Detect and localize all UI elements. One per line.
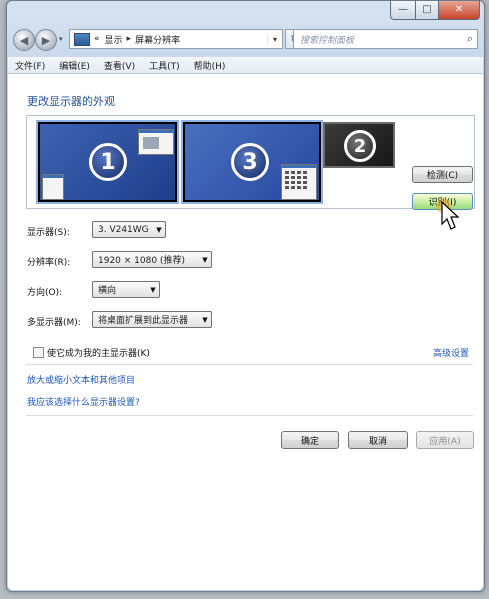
menu-help[interactable]: 帮助(H) [187,59,233,72]
multiple-displays-label: 多显示器(M): [27,318,81,328]
forward-button[interactable]: ▶ [35,29,57,51]
display-select[interactable]: 3. V241WG ▼ [92,221,166,238]
orientation-selected-value: 横向 [98,286,117,296]
apply-button[interactable]: 应用(A) [416,431,474,449]
monitor-2[interactable]: 2 [323,122,395,168]
detect-button[interactable]: 检测(C) [412,166,473,183]
resolution-label: 分辨率(R): [27,258,71,268]
control-panel-window: — □ ✕ ◀ ▶ ▾ « 显示 ▸ 屏幕分辨率 ▾ ↻ 搜索控制面板 ⌕ 文件… [6,0,485,592]
cancel-button[interactable]: 取消 [348,431,408,449]
address-bar[interactable]: « 显示 ▸ 屏幕分辨率 ▾ [69,29,283,49]
resolution-select[interactable]: 1920 × 1080 (推荐) ▼ [92,251,212,268]
advanced-settings-link[interactable]: 高级设置 [433,346,469,359]
close-button[interactable]: ✕ [439,1,480,20]
chevron-down-icon: ▼ [202,255,208,264]
divider [26,415,473,416]
monitor-window-thumbnail [42,174,64,200]
back-arrow-icon: ◀ [19,33,29,47]
multiple-displays-selected-value: 将桌面扩展到此显示器 [98,316,189,326]
multiple-displays-select[interactable]: 将桌面扩展到此显示器 ▼ [92,311,212,328]
menu-tools[interactable]: 工具(T) [142,59,187,72]
breadcrumb-separator[interactable]: ▸ [127,34,132,44]
back-button[interactable]: ◀ [13,29,35,51]
enlarge-text-link[interactable]: 放大或缩小文本和其他项目 [27,373,135,386]
orientation-label: 方向(O): [27,288,63,298]
divider [26,364,473,365]
breadcrumb-screen-resolution[interactable]: 屏幕分辨率 [135,33,180,46]
page-title: 更改显示器的外观 [27,95,115,108]
search-box[interactable]: 搜索控制面板 ⌕ [293,29,478,49]
monitor-arrangement: 1 3 2 检测(C) 识别(I) [26,115,475,230]
address-dropdown-icon[interactable]: ▾ [267,34,282,44]
monitor-number-3: 3 [231,143,269,181]
display-label: 显示器(S): [27,228,70,238]
orientation-select[interactable]: 横向 ▼ [92,281,160,298]
display-selected-value: 3. V241WG [98,224,149,235]
minimize-button[interactable]: — [390,1,416,20]
chevron-down-icon: ▼ [156,225,162,234]
recent-pages-dropdown[interactable]: ▾ [59,35,63,43]
menu-bar: 文件(F) 编辑(E) 查看(V) 工具(T) 帮助(H) [8,57,483,74]
monitor-window-thumbnail [138,129,174,155]
monitor-number-1: 1 [89,143,127,181]
menu-file[interactable]: 文件(F) [8,59,52,72]
primary-display-checkbox[interactable] [33,347,44,358]
ok-button[interactable]: 确定 [281,431,339,449]
monitor-3[interactable]: 3 [181,120,323,204]
monitor-1[interactable]: 1 [36,120,179,204]
monitor-number-2: 2 [344,130,376,162]
menu-view[interactable]: 查看(V) [97,59,142,72]
keypad-thumbnail [281,164,317,200]
search-icon[interactable]: ⌕ [467,32,473,46]
content-panel: 更改显示器的外观 1 3 2 检测(C) 显示器(S): 3. V241WG ▼… [8,74,483,590]
navigation-bar: ◀ ▶ ▾ « 显示 ▸ 屏幕分辨率 ▾ ↻ 搜索控制面板 ⌕ [11,25,478,53]
search-input[interactable]: 搜索控制面板 [300,33,354,46]
caption-buttons: — □ ✕ [390,1,480,20]
mouse-pointer-icon [441,201,460,230]
chevron-down-icon: ▼ [150,285,156,294]
menu-edit[interactable]: 编辑(E) [52,59,97,72]
primary-display-checkbox-label[interactable]: 使它成为我的主显示器(K) [47,346,150,359]
chevron-down-icon: ▼ [202,315,208,324]
breadcrumb-display[interactable]: 显示 [105,33,123,46]
resolution-selected-value: 1920 × 1080 (推荐) [98,256,185,266]
breadcrumb-overflow[interactable]: « [94,34,100,44]
which-display-settings-link[interactable]: 我应该选择什么显示器设置? [27,395,140,408]
forward-arrow-icon: ▶ [41,33,51,47]
control-panel-icon [74,32,90,46]
maximize-button[interactable]: □ [416,1,439,20]
